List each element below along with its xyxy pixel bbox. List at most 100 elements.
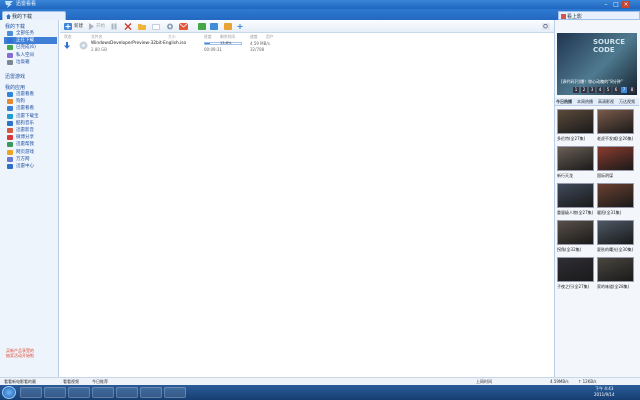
sidebar-item-dl-4[interactable]: 垃圾箱 xyxy=(4,59,57,66)
banner-page-6[interactable]: 6 xyxy=(613,87,619,93)
sidebar-item-label: 网页游戏 xyxy=(16,149,34,155)
sidebar-item-app-0[interactable]: 迅雷看看 xyxy=(4,91,57,98)
video-thumbnail[interactable] xyxy=(557,146,594,171)
sidebar-item-label: 迅雷中心 xyxy=(16,164,34,169)
video-caption[interactable]: 家的味道(全28集) xyxy=(597,284,637,290)
banner-page-3[interactable]: 3 xyxy=(589,87,595,93)
sidebar-item-app-9[interactable]: 万方网 xyxy=(4,156,57,163)
right-tab-2[interactable]: 高清影视 xyxy=(598,99,614,105)
open-folder-icon[interactable] xyxy=(152,23,160,30)
video-caption[interactable]: 暖阳(全31集) xyxy=(597,210,637,216)
video-thumbnail[interactable] xyxy=(557,109,594,134)
start-button[interactable]: 开始 xyxy=(96,23,105,31)
banner-page-7[interactable]: 7 xyxy=(621,87,627,93)
sidebar-item-icon xyxy=(7,149,13,155)
banner-page-2[interactable]: 2 xyxy=(581,87,587,93)
right-tab-3[interactable]: 万达视频 xyxy=(619,99,635,105)
sidebar-item-app-8[interactable]: 网页游戏 xyxy=(4,149,57,156)
banner-page-8[interactable]: 8 xyxy=(629,87,635,93)
minimize-button[interactable]: – xyxy=(602,1,610,8)
sidebar-item-dl-3[interactable]: 私人空间 xyxy=(4,52,57,59)
sidebar-item-app-4[interactable]: 酷狗音乐 xyxy=(4,120,57,127)
video-caption[interactable]: 拐角(全32集) xyxy=(557,247,597,253)
video-thumbnail[interactable] xyxy=(597,257,634,282)
taskbar-ie-icon[interactable] xyxy=(20,387,42,398)
tab-my-downloads[interactable]: 我的下载 xyxy=(2,11,66,20)
video-caption[interactable]: 子夜之行(全27集) xyxy=(557,284,597,290)
video-thumbnail[interactable] xyxy=(597,146,634,171)
downloading-arrow-icon xyxy=(64,42,70,49)
taskbar-media-icon[interactable] xyxy=(68,387,90,398)
sidebar-item-app-1[interactable]: 狗狗 xyxy=(4,98,57,105)
banner-caption: [源代码]引爆！惊心动魄的“8分钟” xyxy=(561,79,623,84)
pause-icon[interactable] xyxy=(110,23,118,30)
video-caption[interactable]: 夏秋的曙光(全30集) xyxy=(597,247,637,253)
system-clock[interactable]: 下午 4:43 2011/9/14 xyxy=(594,386,615,398)
taskbar-app-icon[interactable] xyxy=(116,387,138,398)
video-caption[interactable]: 多伦特(全27集) xyxy=(557,136,597,142)
tab-right-panel[interactable]: 看上影 xyxy=(558,11,640,20)
promo-banner[interactable]: 买新产品享受的 抽奖活动开始啦 xyxy=(6,348,36,360)
new-task-button[interactable]: 新建 xyxy=(74,23,83,31)
settings-icon[interactable] xyxy=(166,23,174,30)
home-icon xyxy=(6,14,11,19)
sidebar-item-app-6[interactable]: 微博分享 xyxy=(4,134,57,141)
sidebar-item-dl-0[interactable]: 全部任务 xyxy=(4,30,57,37)
share-icon[interactable] xyxy=(198,23,206,30)
video-caption[interactable]: 国际阴谋 xyxy=(597,173,637,179)
video-thumbnail[interactable] xyxy=(557,183,594,208)
video-caption[interactable]: 老虎不发威(全26集) xyxy=(597,136,637,142)
taskbar-thunder-icon[interactable] xyxy=(92,387,114,398)
sidebar-item-label: 迅雷看看 xyxy=(16,106,34,112)
banner-page-5[interactable]: 5 xyxy=(605,87,611,93)
maximize-button[interactable]: □ xyxy=(612,1,620,8)
video-thumbnail[interactable] xyxy=(557,257,594,282)
right-tab-0[interactable]: 今日热播 xyxy=(556,99,572,105)
video-caption[interactable]: 新行天龙 xyxy=(557,173,597,179)
task-list-area[interactable] xyxy=(60,52,554,377)
sidebar-item-icon xyxy=(7,52,13,58)
taskbar-browser-icon[interactable] xyxy=(164,387,186,398)
sidebar-section-downloads: 我的下载 xyxy=(5,24,26,30)
video-thumbnail[interactable] xyxy=(597,220,634,245)
close-button[interactable]: × xyxy=(622,1,630,8)
new-task-icon xyxy=(64,23,72,30)
sidebar-item-dl-1[interactable]: 正在下载 xyxy=(4,37,57,45)
sidebar-item-app-2[interactable]: 迅雷看看 xyxy=(4,105,57,112)
column-header: 状态 文件名 大小 进度 剩余时间 速度 用户 xyxy=(60,33,554,40)
sidebar-item-app-10[interactable]: 迅雷中心 xyxy=(4,163,57,170)
folder-icon[interactable] xyxy=(138,23,146,30)
right-tab-1[interactable]: 本周热播 xyxy=(577,99,593,105)
box-icon[interactable] xyxy=(224,23,232,30)
sidebar-item-label: 微博分享 xyxy=(16,135,34,141)
sidebar-item-app-7[interactable]: 迅雷帮我 xyxy=(4,141,57,148)
taskbar-explorer-icon[interactable] xyxy=(44,387,66,398)
monitor-icon[interactable] xyxy=(210,23,218,30)
sidebar-item-icon xyxy=(7,31,13,36)
table-row[interactable]: WindowsDeveloperPreview-32bit-English.is… xyxy=(60,40,554,52)
banner-page-1[interactable]: 1 xyxy=(573,87,579,93)
sidebar-item-dl-2[interactable]: 已完成(6) xyxy=(4,44,57,51)
taskbar-folder-icon[interactable] xyxy=(140,387,162,398)
sidebar-item-icon xyxy=(7,59,13,65)
file-name: WindowsDeveloperPreview-32bit-English.is… xyxy=(91,41,187,46)
download-speed: 4.59 MB/s xyxy=(250,41,270,46)
search-icon[interactable] xyxy=(542,23,550,30)
more-icon[interactable] xyxy=(236,23,244,30)
mail-icon[interactable] xyxy=(179,23,188,30)
sidebar-item-label: 迅雷下载宝 xyxy=(16,113,39,119)
video-thumbnail[interactable] xyxy=(597,109,634,134)
video-caption[interactable]: 重量级人物(全27集) xyxy=(557,210,597,216)
status-bar: 看看新电影看的最 看看视频 今日推荐 上网时间 4.59MB/s ↑ 12KB/… xyxy=(0,377,640,385)
video-thumbnail[interactable] xyxy=(557,220,594,245)
sidebar-item-label: 私人空间 xyxy=(16,52,34,58)
sidebar-item-app-5[interactable]: 迅雷影音 xyxy=(4,127,57,134)
sidebar-item-label: 万方网 xyxy=(16,156,30,162)
delete-icon[interactable] xyxy=(124,23,132,30)
start-button[interactable] xyxy=(2,386,16,399)
sidebar-item-label: 迅雷影音 xyxy=(16,128,34,133)
video-thumbnail[interactable] xyxy=(597,183,634,208)
banner-page-4[interactable]: 4 xyxy=(597,87,603,93)
sidebar-item-app-3[interactable]: 迅雷下载宝 xyxy=(4,113,57,120)
sidebar-item-icon xyxy=(7,142,13,148)
